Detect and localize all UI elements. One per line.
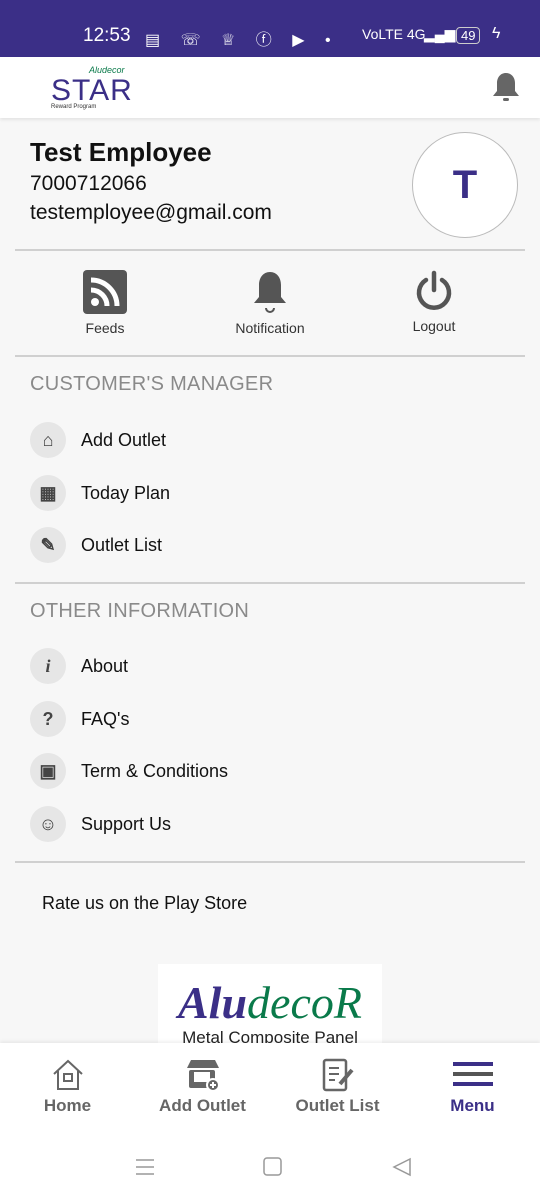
menu-item-outlet-list[interactable]: ✎ Outlet List	[30, 525, 162, 565]
calendar-icon: ▦	[30, 475, 66, 511]
nav-label: Outlet List	[295, 1096, 380, 1115]
rss-icon	[83, 270, 127, 314]
support-agent-icon: ☺	[30, 806, 66, 842]
menu-item-today-plan[interactable]: ▦ Today Plan	[30, 473, 170, 513]
star-logo: Aludecor STAR Reward Program	[51, 65, 133, 115]
divider	[15, 582, 525, 584]
back-icon[interactable]	[392, 1157, 412, 1177]
divider	[15, 249, 525, 251]
menu-item-label: About	[81, 655, 129, 676]
profile-email: testemployee@gmail.com	[30, 201, 272, 224]
logout-button[interactable]: Logout	[379, 270, 489, 334]
recents-icon[interactable]	[135, 1158, 155, 1176]
profile-phone: 7000712066	[30, 172, 147, 195]
question-icon: ?	[30, 701, 66, 737]
nav-label: Menu	[450, 1096, 495, 1115]
notification-button[interactable]: Notification	[215, 270, 325, 336]
menu-item-label: Outlet List	[81, 534, 163, 555]
feeds-button[interactable]: Feeds	[50, 270, 160, 336]
nav-label: Add Outlet	[159, 1096, 246, 1115]
battery-icon: 49	[456, 27, 481, 44]
store-add-icon: ⌂	[30, 422, 66, 458]
nav-menu[interactable]: Menu	[405, 1058, 540, 1116]
clock: 12:53	[83, 25, 131, 46]
bottom-nav: Home Add Outlet Outlet List Menu	[0, 1043, 540, 1135]
notification-label: Notification	[235, 320, 305, 336]
logout-label: Logout	[412, 318, 456, 334]
network-indicator: VoLTE 4G	[362, 26, 426, 42]
bell-icon[interactable]	[491, 71, 521, 105]
nav-outlet-list[interactable]: Outlet List	[270, 1058, 405, 1116]
info-icon: i	[30, 648, 66, 684]
avatar[interactable]: T	[412, 132, 518, 238]
power-icon	[416, 270, 452, 310]
menu-item-label: Add Outlet	[81, 429, 167, 450]
divider	[15, 861, 525, 863]
list-edit-icon	[322, 1058, 354, 1092]
clipboard-shield-icon: ▣	[30, 753, 66, 789]
list-edit-icon: ✎	[30, 527, 66, 563]
home-system-icon[interactable]	[263, 1157, 283, 1177]
bell-icon	[254, 272, 286, 313]
aludecor-logo: AludecoR Metal Composite Panel	[158, 964, 382, 1046]
menu-item-terms[interactable]: ▣ Term & Conditions	[30, 751, 228, 791]
menu-item-support[interactable]: ☺ Support Us	[30, 804, 171, 844]
logo-part2: decoR	[247, 977, 362, 1028]
menu-item-add-outlet[interactable]: ⌂ Add Outlet	[30, 420, 166, 460]
logo-part1: Alu	[178, 977, 248, 1028]
status-bar: 12:53 ▤ ☏ ♕ ⓕ ▶ • VoLTE 4G ▂▄▆ 49 ϟ	[0, 0, 540, 57]
divider	[15, 355, 525, 357]
menu-icon	[452, 1062, 493, 1086]
menu-item-about[interactable]: i About	[30, 646, 128, 686]
section-title-customers-manager: CUSTOMER'S MANAGER	[30, 373, 274, 395]
nav-add-outlet[interactable]: Add Outlet	[135, 1058, 270, 1116]
home-icon	[52, 1059, 83, 1090]
nav-home[interactable]: Home	[0, 1058, 135, 1116]
notification-icons: ▤ ☏ ♕ ⓕ ▶ •	[145, 32, 339, 49]
store-add-icon	[186, 1060, 220, 1092]
feeds-label: Feeds	[85, 320, 125, 336]
nav-label: Home	[43, 1096, 92, 1115]
menu-item-label: Today Plan	[81, 482, 171, 503]
section-title-other-information: OTHER INFORMATION	[30, 600, 250, 622]
menu-item-faqs[interactable]: ? FAQ's	[30, 699, 129, 739]
logo-text: STAR	[51, 74, 133, 107]
menu-item-label: Term & Conditions	[81, 760, 229, 781]
logo-tagline: Reward Program	[51, 104, 97, 110]
rate-us-link[interactable]: Rate us on the Play Store	[42, 893, 247, 914]
menu-item-label: FAQ's	[81, 708, 130, 729]
profile-name: Test Employee	[30, 137, 212, 167]
app-header: Aludecor STAR Reward Program	[0, 57, 540, 118]
charging-icon: ϟ	[492, 25, 501, 42]
system-nav-bar	[0, 1135, 540, 1200]
menu-item-label: Support Us	[81, 813, 172, 834]
signal-icon: ▂▄▆	[424, 26, 456, 42]
